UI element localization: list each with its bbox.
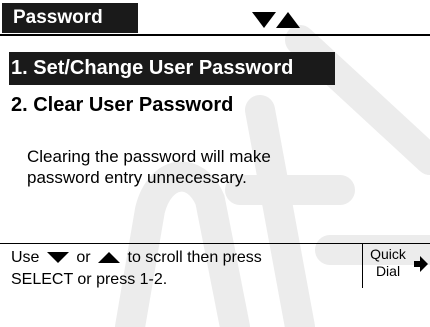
instruction-scroll: to scroll then press (127, 249, 262, 266)
description-line-1: Clearing the password will make (27, 147, 271, 166)
footer-divider (0, 243, 430, 244)
quick-dial-softkey[interactable]: Quick Dial (363, 246, 413, 280)
header-divider (0, 34, 430, 36)
quick-dial-label-line-2: Dial (375, 263, 401, 279)
menu-item-set-change-password[interactable]: 1. Set/Change User Password (9, 52, 335, 85)
navigation-instruction: Use or to scroll then press SELECT or pr… (11, 247, 351, 291)
arrow-right-icon (414, 256, 428, 272)
menu-item-clear-password[interactable]: 2. Clear User Password (11, 92, 233, 118)
description-text: Clearing the password will make password… (27, 146, 327, 188)
description-line-2: password entry unnecessary. (27, 168, 247, 187)
screen-title: Password (2, 3, 138, 33)
instruction-use: Use (11, 249, 40, 266)
triangle-down-icon (252, 12, 276, 28)
triangle-down-icon (46, 252, 69, 264)
instruction-or: or (76, 249, 91, 266)
triangle-up-icon (98, 252, 121, 264)
triangle-up-icon (276, 12, 300, 28)
instruction-line-1: Use or to scroll then press (11, 247, 351, 269)
scroll-indicator (252, 12, 300, 28)
quick-dial-label-line-1: Quick (370, 246, 406, 262)
instruction-line-2: SELECT or press 1-2. (11, 271, 168, 288)
